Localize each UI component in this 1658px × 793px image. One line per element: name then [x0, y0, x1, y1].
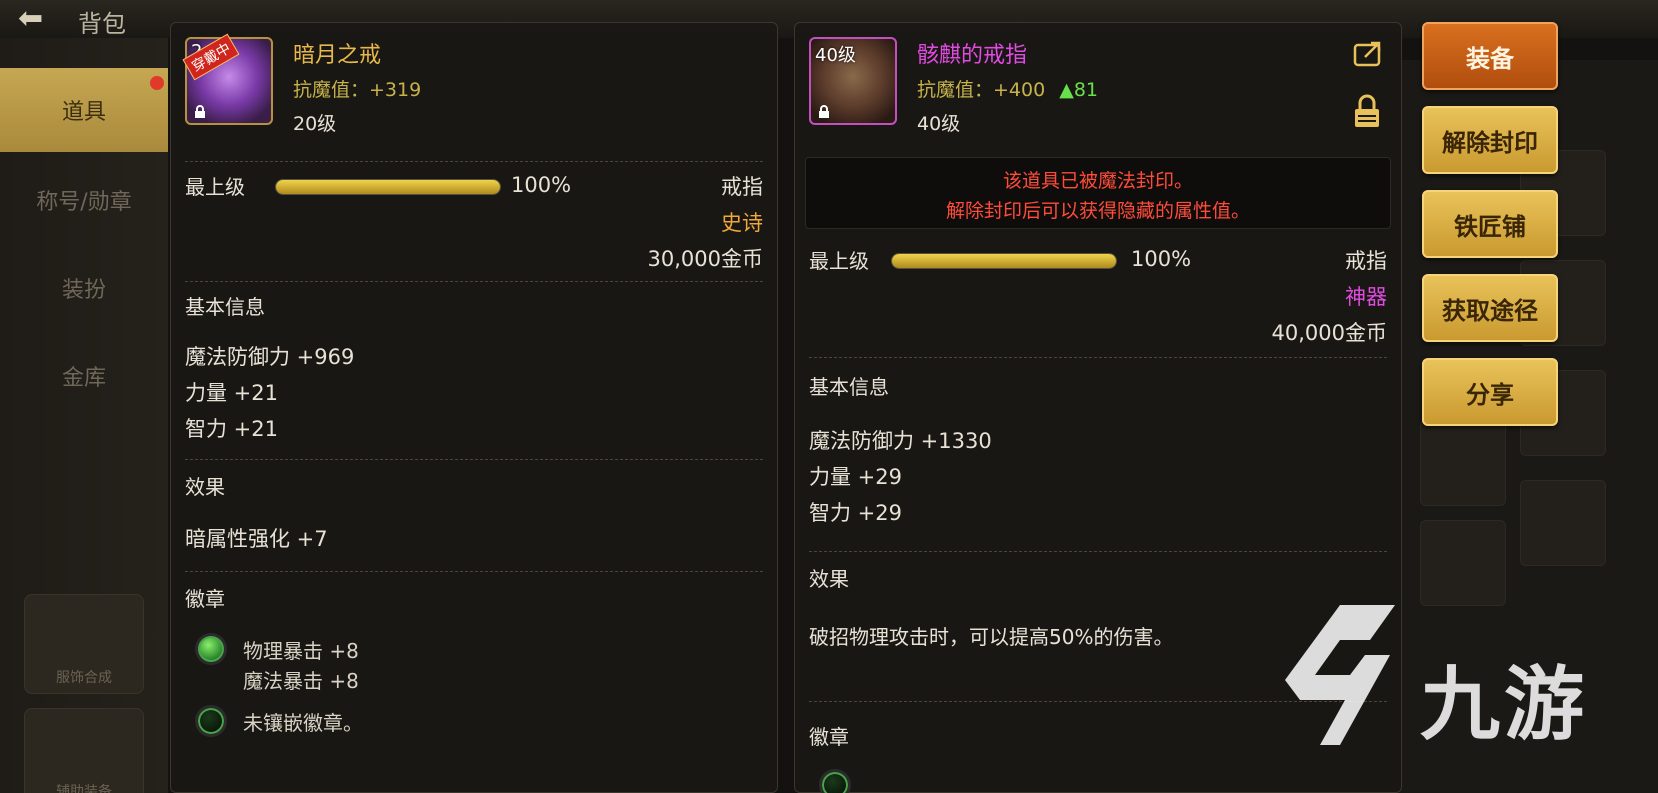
attr-magic-defense: 魔法防御力 +1330	[809, 429, 992, 453]
item-rarity: 史诗	[721, 211, 763, 235]
divider	[185, 571, 763, 572]
basic-info-title: 基本信息	[809, 375, 889, 399]
item-type: 戒指	[721, 175, 763, 199]
basic-info-title: 基本信息	[185, 295, 265, 319]
equip-button[interactable]: 装备	[1422, 22, 1558, 90]
emblem-stat: 物理暴击 +8	[243, 639, 359, 663]
share-button[interactable]: 分享	[1422, 358, 1558, 426]
sidebar: 道具 称号/勋章 装扮 金库 服饰合成 辅助装备	[0, 38, 168, 793]
sidebar-item-label: 金库	[61, 366, 106, 391]
inventory-slot[interactable]	[1420, 420, 1506, 506]
effect-line: 破招物理攻击时，可以提高50%的伤害。	[809, 625, 1174, 649]
outfit-synthesis-button[interactable]: 服饰合成	[24, 594, 144, 694]
sidebar-item-titles[interactable]: 称号/勋章	[0, 158, 168, 242]
attr-strength: 力量 +21	[185, 381, 278, 405]
grade-progress-fill	[892, 254, 1116, 268]
magic-resist-value: 抗魔值：+400	[917, 79, 1046, 101]
sidebar-item-label: 称号/勋章	[36, 190, 132, 215]
blacksmith-button[interactable]: 铁匠铺	[1422, 190, 1558, 258]
magic-resist-stat: 抗魔值：+319	[293, 79, 422, 101]
sidebar-item-label: 装扮	[61, 278, 106, 303]
grade-label: 最上级	[185, 175, 245, 199]
inventory-slot[interactable]	[1520, 480, 1606, 566]
seal-message-line: 该道具已被魔法封印。	[1002, 170, 1193, 192]
item-rarity: 神器	[1345, 285, 1387, 309]
obtain-route-button[interactable]: 获取途径	[1422, 274, 1558, 342]
item-name: 骸麒的戒指	[917, 43, 1028, 68]
item-price: 30,000金币	[647, 247, 763, 271]
sidebar-item-outfit[interactable]: 装扮	[0, 246, 168, 330]
unseal-button[interactable]: 解除封印	[1422, 106, 1558, 174]
grade-progress-bar	[275, 179, 501, 195]
effect-line: 暗属性强化 +7	[185, 527, 328, 551]
effect-title: 效果	[185, 475, 225, 499]
attr-intelligence: 智力 +21	[185, 417, 278, 441]
emblem-empty-text: 未镶嵌徽章。	[243, 711, 363, 735]
item-level: 20级	[293, 113, 337, 135]
seal-message-line: 解除封印后可以获得隐藏的属性值。	[945, 200, 1250, 222]
grade-percent: 100%	[511, 173, 572, 197]
sidebar-item-items[interactable]: 道具	[0, 68, 168, 152]
notification-dot	[150, 76, 164, 90]
effect-title: 效果	[809, 567, 849, 591]
inventory-slot[interactable]	[1420, 520, 1506, 606]
divider	[809, 551, 1387, 552]
emblem-slot-icon[interactable]	[195, 633, 227, 665]
watermark-logo-icon	[1285, 605, 1395, 745]
lock-icon	[195, 105, 205, 118]
grade-label: 最上级	[809, 249, 869, 273]
current-item-card: 2 穿戴中 暗月之戒 抗魔值：+319 20级 最上级 100% 戒指 史诗 3…	[170, 22, 778, 793]
emblem-stat: 魔法暴击 +8	[243, 669, 359, 693]
emblem-title: 徽章	[809, 725, 849, 749]
attr-intelligence: 智力 +29	[809, 501, 902, 525]
item-type: 戒指	[1345, 249, 1387, 273]
lock-icon	[819, 105, 829, 118]
divider	[809, 357, 1387, 358]
emblem-title: 徽章	[185, 587, 225, 611]
sidebar-item-vault[interactable]: 金库	[0, 334, 168, 418]
sidebar-item-label: 道具	[61, 100, 106, 125]
emblem-slot-empty-icon[interactable]	[819, 769, 851, 793]
grade-percent: 100%	[1131, 247, 1192, 271]
lock-icon[interactable]	[1353, 93, 1381, 129]
emblem-slot-empty-icon[interactable]	[195, 705, 227, 737]
watermark-text: 九游	[1420, 658, 1588, 751]
divider	[185, 459, 763, 460]
divider	[185, 281, 763, 282]
item-price: 40,000金币	[1271, 321, 1387, 345]
seal-notice: 该道具已被魔法封印。 解除封印后可以获得隐藏的属性值。	[805, 157, 1391, 229]
grade-progress-bar	[891, 253, 1117, 269]
stat-increase: ▲81	[1059, 79, 1099, 101]
item-level: 40级	[917, 113, 961, 135]
share-icon[interactable]	[1353, 39, 1385, 67]
ring-claw-icon: 40级	[809, 37, 897, 125]
grade-progress-fill	[276, 180, 500, 194]
icon-level: 40级	[815, 45, 856, 66]
attr-magic-defense: 魔法防御力 +969	[185, 345, 355, 369]
item-name: 暗月之戒	[293, 43, 382, 68]
attr-strength: 力量 +29	[809, 465, 902, 489]
aux-equipment-button[interactable]: 辅助装备	[24, 708, 144, 793]
divider	[185, 161, 763, 162]
ring-purple-icon: 2 穿戴中	[182, 33, 273, 125]
back-arrow-icon[interactable]: ⬅	[18, 4, 58, 34]
magic-resist-stat: 抗魔值：+400 ▲81	[917, 75, 1098, 102]
page-title: 背包	[78, 10, 126, 38]
